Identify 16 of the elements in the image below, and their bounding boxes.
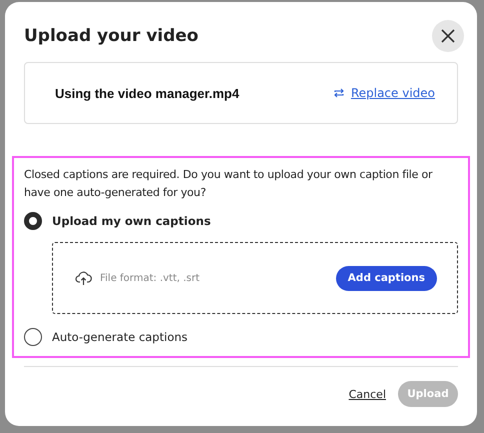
cancel-link[interactable]: Cancel [348,388,386,400]
caption-dropzone[interactable]: File format: .vtt, .srt Add captions [52,242,458,314]
replace-video-link[interactable]: Replace video [332,86,435,100]
swap-arrows-icon [332,87,345,99]
radio-button[interactable] [24,212,42,230]
file-name: Using the video manager.mp4 [55,86,240,100]
add-captions-button[interactable]: Add captions [336,266,437,290]
file-format-hint: File format: .vtt, .srt [100,272,200,284]
caption-option[interactable]: Auto-generate captions [24,328,188,346]
radio-button[interactable] [24,328,42,346]
captions-prompt: Closed captions are required. Do you want to upload your own caption file or have one auto-generated for you? [24,167,434,201]
close-button[interactable] [432,20,464,52]
caption-option[interactable]: Upload my own captions [24,212,211,230]
close-icon [441,29,455,43]
dialog-title: Upload your video [24,26,198,46]
cloud-upload-icon [75,270,92,286]
